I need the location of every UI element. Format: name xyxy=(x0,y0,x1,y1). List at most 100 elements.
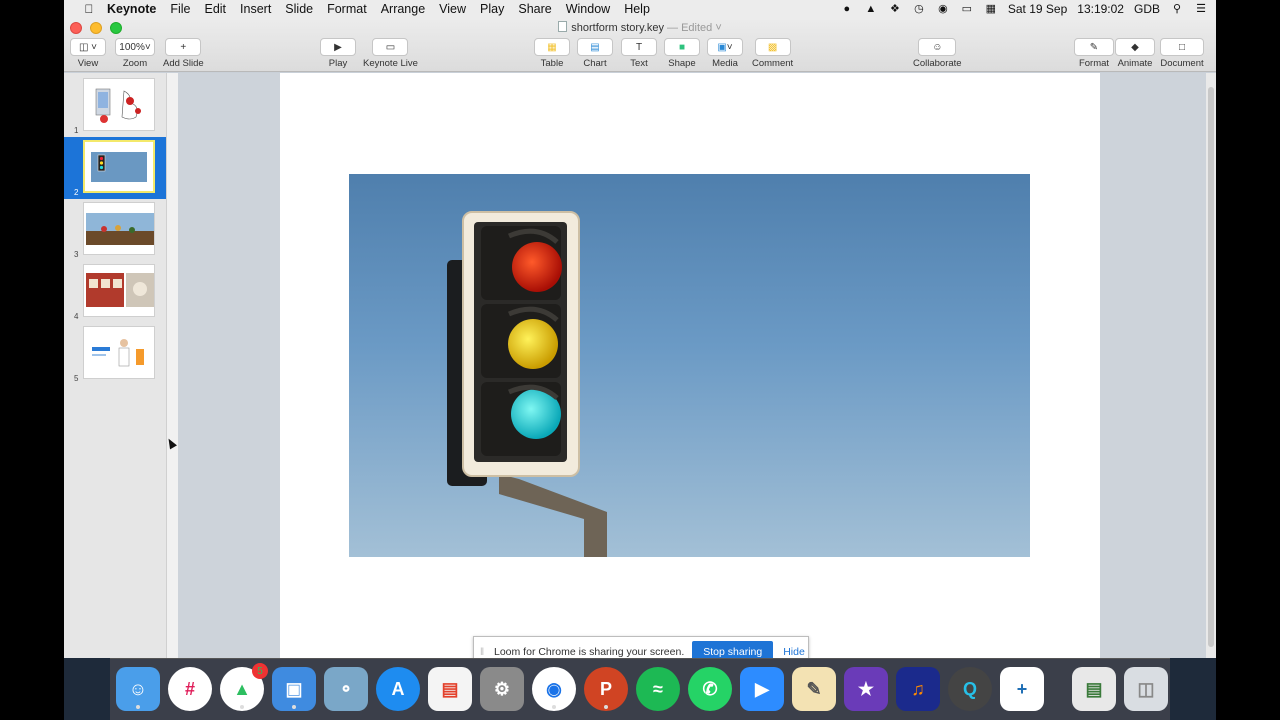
system-preferences-icon[interactable]: ⚙ xyxy=(480,667,524,711)
downloads-stack-icon[interactable]: ▤ xyxy=(1072,667,1116,711)
text-icon: T xyxy=(635,41,643,53)
scrollbar-knob[interactable] xyxy=(1208,87,1214,647)
time-machine-icon[interactable]: ◷ xyxy=(912,3,926,15)
powerpoint-icon[interactable]: P xyxy=(584,667,628,711)
view-button[interactable]: ◫ ˅ xyxy=(70,38,106,56)
slide-thumbnail-5[interactable]: 5 xyxy=(64,323,166,385)
keynote-live-button[interactable]: ▭ xyxy=(372,38,409,56)
menu-window[interactable]: Window xyxy=(559,2,617,16)
media-button[interactable]: ▣ ˅ xyxy=(707,38,743,56)
document-title[interactable]: shortform story.key — Edited ˅ xyxy=(64,21,1216,34)
media-control: ▣ ˅ Media xyxy=(707,38,743,69)
chrome-icon[interactable]: ◉ xyxy=(532,667,576,711)
numbers-icon[interactable]: ▤ xyxy=(428,667,472,711)
format-control: ✎ Format xyxy=(1074,38,1114,69)
menu-format[interactable]: Format xyxy=(320,2,374,16)
menu-file[interactable]: File xyxy=(163,2,197,16)
desktop:  Keynote File Edit Insert Slide Format … xyxy=(64,0,1216,720)
chart-control: ▤ Chart xyxy=(577,38,613,69)
view-control: ◫ ˅ View xyxy=(70,38,106,69)
evernote-helper-icon[interactable]: ▲ xyxy=(864,3,878,15)
hide-button[interactable]: Hide xyxy=(783,646,805,658)
slack-icon[interactable]: # xyxy=(168,667,212,711)
zoom-label: Zoom xyxy=(122,58,148,69)
slide-thumbnail-1[interactable]: 1 xyxy=(64,75,166,137)
menu-arrange[interactable]: Arrange xyxy=(374,2,432,16)
play-label: Play xyxy=(328,58,348,69)
collaborate-icon: ☺ xyxy=(932,41,943,53)
menu-app[interactable]: Keynote xyxy=(100,2,163,16)
dropbox-icon[interactable]: ❖ xyxy=(888,3,902,15)
comment-button[interactable]: ▩ xyxy=(754,38,791,56)
menubar-time[interactable]: 13:19:02 xyxy=(1077,2,1124,16)
document-name: shortform story.key xyxy=(571,22,664,34)
chart-button[interactable]: ▤ xyxy=(577,38,613,56)
wifi-icon[interactable]: ◉ xyxy=(936,3,950,15)
play-button[interactable]: ▶ xyxy=(320,38,356,56)
menu-slide[interactable]: Slide xyxy=(278,2,320,16)
microphone-icon[interactable]: ● xyxy=(840,3,854,15)
slide-thumbnail-3[interactable]: 3 xyxy=(64,199,166,261)
add-slide-label: Add Slide xyxy=(163,58,204,69)
menu-play[interactable]: Play xyxy=(473,2,511,16)
phones-collage-image xyxy=(95,88,141,123)
table-control: ▦ Table xyxy=(534,38,570,69)
keynote-live-label: Keynote Live xyxy=(363,58,418,69)
menu-help[interactable]: Help xyxy=(617,2,657,16)
keynote-window: shortform story.key — Edited ˅ ◫ ˅ View … xyxy=(64,18,1216,668)
slide-thumbnail-2[interactable]: 2 xyxy=(64,137,166,199)
menu-view[interactable]: View xyxy=(432,2,473,16)
navigator-divider[interactable] xyxy=(166,73,178,658)
menu-insert[interactable]: Insert xyxy=(233,2,278,16)
keynote-icon[interactable]: ▣ xyxy=(272,667,316,711)
zoom-select[interactable]: 100% ˅ xyxy=(115,38,155,56)
slide-number: 2 xyxy=(74,188,79,197)
apple-menu-icon[interactable]:  xyxy=(78,2,100,16)
slide-number: 3 xyxy=(74,250,79,259)
menu-edit[interactable]: Edit xyxy=(197,2,233,16)
quicktime-icon[interactable]: Q xyxy=(948,667,992,711)
evernote-badge: 5 xyxy=(252,663,268,679)
notification-center-icon[interactable]: ☰ xyxy=(1194,3,1208,15)
evernote-icon[interactable]: ▲ 5 xyxy=(220,663,268,711)
menu-bar:  Keynote File Edit Insert Slide Format … xyxy=(64,0,1216,18)
preview-icon[interactable]: ⚬ xyxy=(324,667,368,711)
animate-button[interactable]: ◆ xyxy=(1115,38,1155,56)
spotlight-search-icon[interactable]: ⚲ xyxy=(1170,3,1184,15)
zoom-icon[interactable]: ▶ xyxy=(740,667,784,711)
app-store-icon[interactable]: A xyxy=(376,667,420,711)
textedit-icon[interactable]: ✎ xyxy=(792,667,836,711)
traffic-light-image[interactable] xyxy=(349,174,1030,557)
drag-handle-icon[interactable]: ‖ xyxy=(480,647,488,658)
vertical-scrollbar[interactable] xyxy=(1206,73,1216,658)
format-button[interactable]: ✎ xyxy=(1074,38,1114,56)
chart-icon: ▤ xyxy=(590,41,600,53)
tableau-icon[interactable]: + xyxy=(1000,667,1044,711)
flag-uk-icon[interactable]: ▦ xyxy=(984,3,998,15)
slide-thumbnail-image xyxy=(83,140,155,193)
collaborate-button[interactable]: ☺ xyxy=(918,38,957,56)
slide-thumbnail-4[interactable]: 4 xyxy=(64,261,166,323)
slide-number: 4 xyxy=(74,312,79,321)
audacity-icon[interactable]: ♫ xyxy=(896,667,940,711)
spotify-icon[interactable]: ≈ xyxy=(636,667,680,711)
finder-icon[interactable]: ☺ xyxy=(116,667,160,711)
menu-share[interactable]: Share xyxy=(511,2,558,16)
dogs-collage-image xyxy=(86,273,154,307)
table-button[interactable]: ▦ xyxy=(534,38,570,56)
document-control: □ Document xyxy=(1160,38,1204,69)
document-button[interactable]: □ xyxy=(1160,38,1204,56)
comment-icon: ▩ xyxy=(767,41,778,53)
menubar-date[interactable]: Sat 19 Sep xyxy=(1008,2,1067,16)
text-button[interactable]: T xyxy=(621,38,657,56)
add-slide-button[interactable]: + xyxy=(165,38,202,56)
battery-icon[interactable]: ▭ xyxy=(960,3,974,15)
imovie-icon[interactable]: ★ xyxy=(844,667,888,711)
add-slide-control: + Add Slide xyxy=(163,38,204,69)
shape-button[interactable]: ■ xyxy=(664,38,700,56)
slide-thumbnail-image xyxy=(83,202,155,255)
trash-icon[interactable]: ◫ xyxy=(1124,667,1168,711)
whatsapp-icon[interactable]: ✆ xyxy=(688,667,732,711)
menubar-currency[interactable]: GDB xyxy=(1134,2,1160,16)
comment-control: ▩ Comment xyxy=(752,38,793,69)
